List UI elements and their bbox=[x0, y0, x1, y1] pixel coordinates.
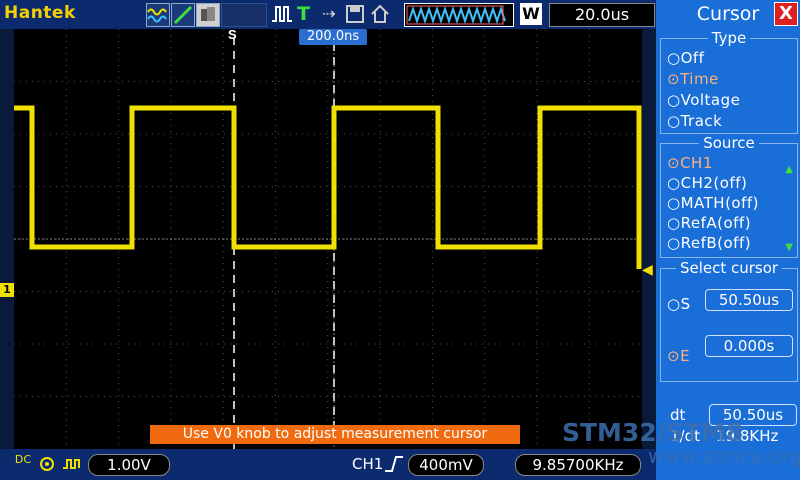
type-section: Type ○Off ⊙Time ○Voltage ○Track bbox=[660, 29, 798, 134]
trigger-position-display: 200.0ns bbox=[299, 29, 367, 45]
cursor-e-value[interactable]: 0.000s bbox=[705, 335, 793, 357]
ch1-level-marker[interactable]: 1 bbox=[0, 283, 14, 297]
source-ch2-option[interactable]: ○CH2(off) bbox=[667, 174, 747, 192]
edge-trigger-icon[interactable] bbox=[270, 3, 294, 25]
hint-message: Use V0 knob to adjust measurement cursor bbox=[150, 425, 520, 444]
trigger-level-display[interactable]: 400mV bbox=[408, 454, 484, 476]
persist-icon[interactable] bbox=[196, 3, 220, 27]
cursor-s-option[interactable]: ○S bbox=[667, 295, 691, 313]
select-cursor-section: Select cursor ○S 50.50us ⊙E 0.000s bbox=[660, 259, 798, 382]
W-icon: W bbox=[520, 3, 542, 25]
grid-and-trace: S bbox=[14, 27, 642, 449]
type-title: Type bbox=[707, 29, 751, 47]
source-refb-option[interactable]: ○RefB(off) bbox=[667, 234, 751, 252]
rising-edge-icon bbox=[383, 454, 405, 474]
timebase-display: 20.0us bbox=[549, 3, 655, 27]
scroll-down-icon[interactable]: ▼ bbox=[785, 242, 793, 253]
watermark-logo: STM32/STM8 bbox=[562, 418, 744, 447]
top-toolbar: Hantek T ⇢ W 20.0us bbox=[0, 0, 656, 29]
waveform-display: S bbox=[14, 27, 642, 449]
trigger-T-icon: T bbox=[297, 3, 310, 25]
type-off-option[interactable]: ○Off bbox=[667, 49, 704, 67]
ramp-icon[interactable] bbox=[171, 3, 195, 27]
home-icon[interactable] bbox=[370, 3, 390, 25]
scroll-up-icon[interactable]: ▲ bbox=[785, 164, 793, 175]
bandwidth-icon bbox=[62, 454, 82, 474]
status-blank bbox=[221, 3, 267, 27]
close-button[interactable]: X bbox=[774, 2, 798, 26]
coupling-label: DC bbox=[14, 453, 32, 466]
trigger-level-marker-icon: ◀ bbox=[642, 262, 653, 278]
cursor-e-option[interactable]: ⊙E bbox=[667, 347, 690, 365]
select-cursor-title: Select cursor bbox=[675, 259, 783, 277]
save-icon[interactable] bbox=[345, 3, 365, 25]
ch1-trace bbox=[14, 105, 642, 269]
status-bar: DC 1.00V CH1 400mV 9.85700KHz bbox=[0, 449, 656, 480]
arrow-icon: ⇢ bbox=[322, 4, 336, 23]
type-track-option[interactable]: ○Track bbox=[667, 112, 722, 130]
type-voltage-option[interactable]: ○Voltage bbox=[667, 91, 740, 109]
frequency-display: 9.85700KHz bbox=[515, 454, 641, 476]
cursor-s-value[interactable]: 50.50us bbox=[705, 289, 793, 311]
source-refa-option[interactable]: ○RefA(off) bbox=[667, 214, 751, 232]
brand-logo: Hantek bbox=[4, 3, 76, 23]
source-title: Source bbox=[699, 134, 759, 152]
source-section: Source ⊙CH1 ○CH2(off) ○MATH(off) ○RefA(o… bbox=[660, 134, 798, 258]
probe-icon bbox=[38, 454, 56, 474]
watermark-url: www.stmcu.org bbox=[648, 444, 800, 468]
cursor-s-label: S bbox=[228, 29, 237, 42]
cursor-menu: Cursor X Type ○Off ⊙Time ○Voltage ○Track… bbox=[656, 0, 800, 480]
type-time-option[interactable]: ⊙Time bbox=[667, 70, 719, 88]
waveform-overview-icon bbox=[404, 3, 514, 27]
run-wave-icon[interactable] bbox=[146, 3, 170, 27]
source-math-option[interactable]: ○MATH(off) bbox=[667, 194, 759, 212]
source-ch1-option[interactable]: ⊙CH1 bbox=[667, 154, 713, 172]
trigger-source-label: CH1 bbox=[352, 455, 384, 473]
ch1-volts-display[interactable]: 1.00V bbox=[88, 454, 170, 476]
